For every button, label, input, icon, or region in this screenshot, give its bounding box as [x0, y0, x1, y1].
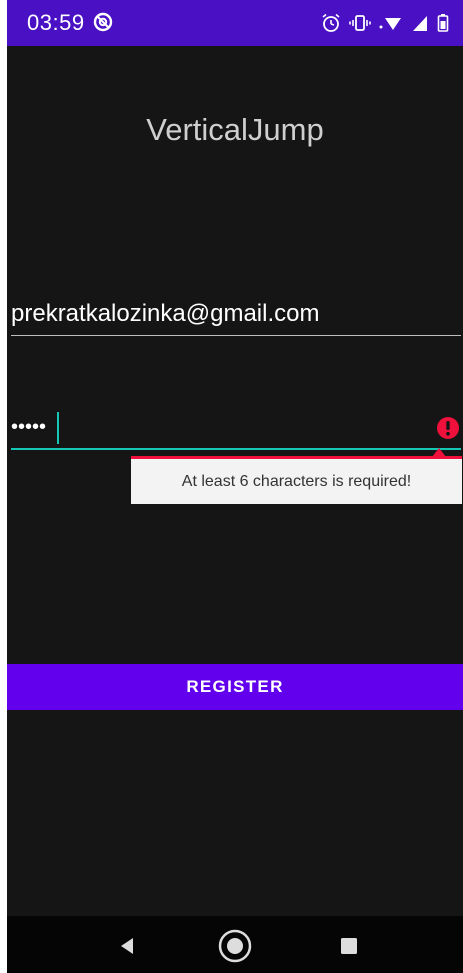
status-time: 03:59 [27, 10, 85, 35]
error-popup: At least 6 characters is required! [131, 456, 462, 504]
password-value: ••••• [11, 416, 47, 438]
home-icon[interactable] [215, 926, 255, 966]
alarm-icon [321, 13, 341, 33]
email-underline [11, 335, 461, 336]
navigation-bar [7, 916, 463, 973]
back-icon[interactable] [107, 926, 147, 966]
register-button[interactable]: REGISTER [7, 664, 463, 710]
email-field[interactable]: prekratkalozinka@gmail.com [11, 296, 461, 336]
password-underline [11, 448, 461, 450]
password-field[interactable]: ••••• [11, 406, 461, 450]
app-screen: 03:59 VerticalJump prekratkalozinka@gmai… [7, 0, 463, 973]
battery-icon [437, 13, 449, 33]
sync-icon [93, 12, 113, 32]
status-bar: 03:59 [7, 0, 463, 46]
app-title: VerticalJump [146, 112, 324, 147]
error-message: At least 6 characters is required! [181, 472, 412, 490]
text-cursor [57, 412, 59, 444]
error-exclamation-icon[interactable] [436, 416, 460, 440]
recents-icon[interactable] [329, 926, 369, 966]
status-icons [321, 12, 449, 34]
wifi-icon [379, 13, 403, 33]
vibrate-icon [349, 13, 371, 33]
email-value: prekratkalozinka@gmail.com [11, 300, 320, 327]
cellular-signal-icon [411, 13, 429, 33]
